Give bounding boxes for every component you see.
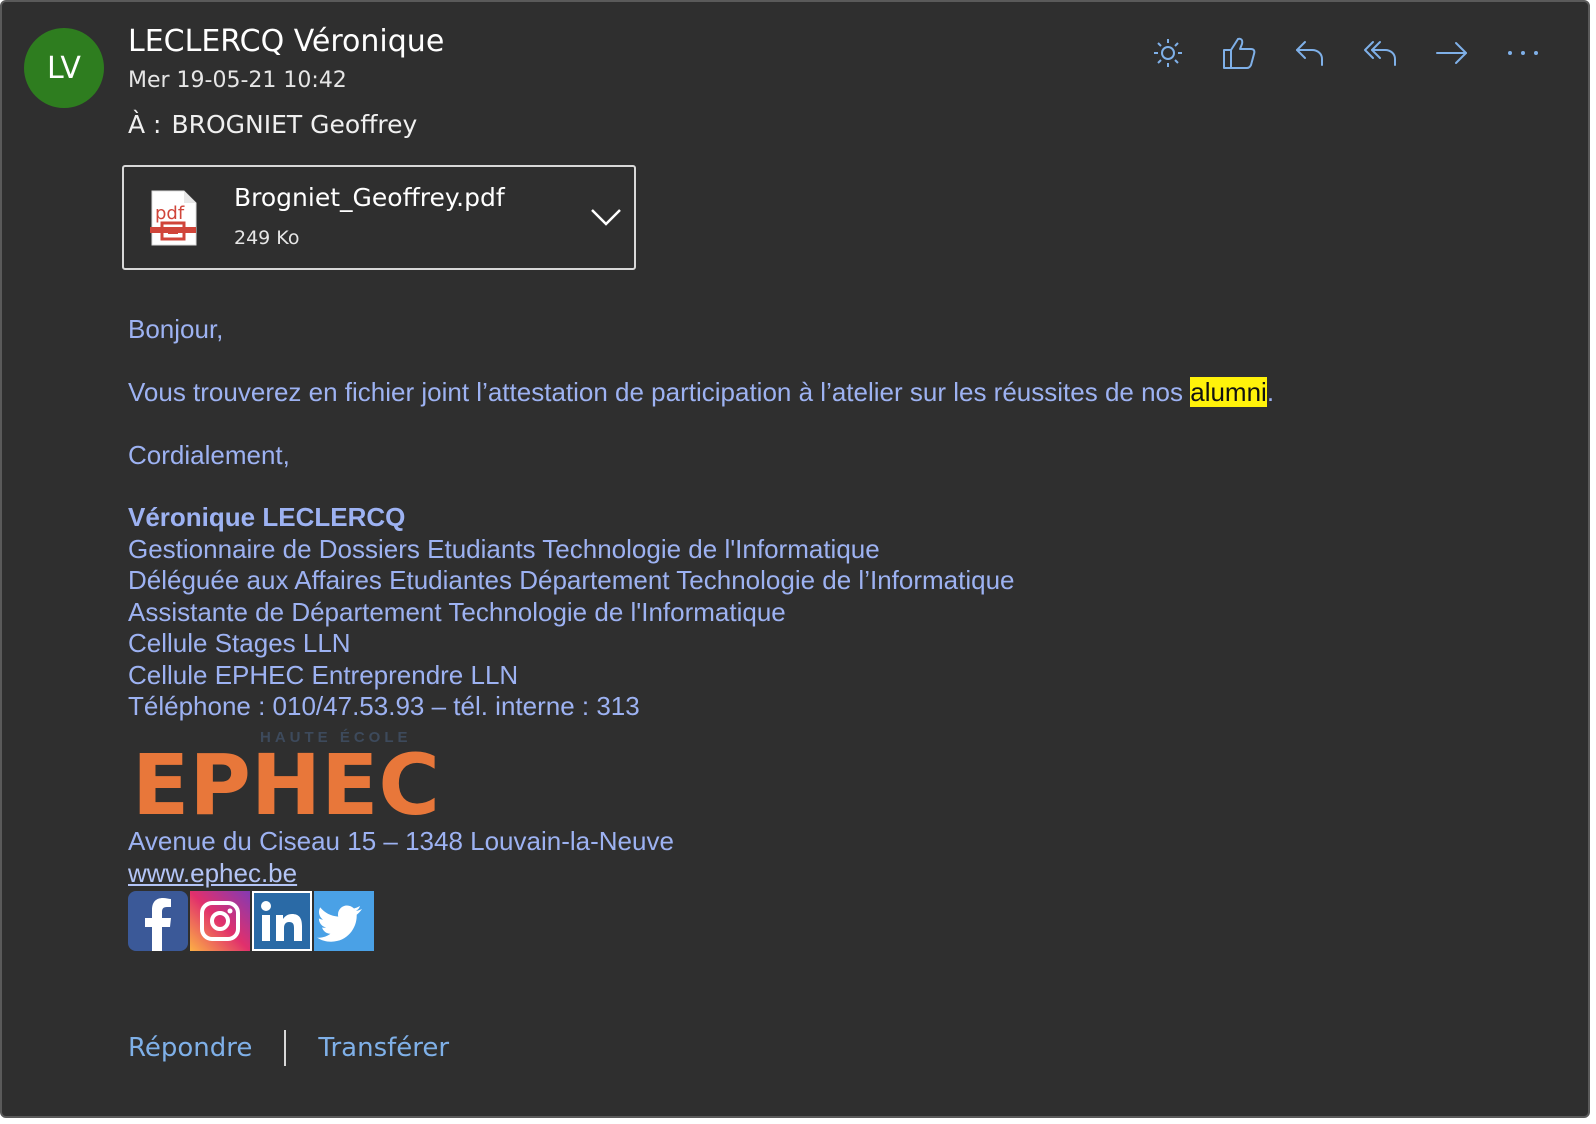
attachment-name: Brogniet_Geoffrey.pdf [234,183,505,212]
facebook-icon[interactable] [128,891,188,951]
reply-all-button[interactable] [1345,30,1416,76]
greeting: Bonjour, [128,314,224,344]
avatar-initials: LV [47,50,81,86]
message-text: Vous trouverez en fichier joint l’attest… [128,377,1191,407]
instagram-icon[interactable] [190,891,250,951]
signature-line: Assistante de Département Technologie de… [128,596,786,627]
attachment-size: 249 Ko [234,227,300,249]
recipient-line: À : BROGNIET Geoffrey [128,110,417,139]
linkedin-icon[interactable] [252,891,312,951]
signature-line: Gestionnaire de Dossiers Etudiants Techn… [128,533,880,564]
footer-actions: Répondre Transférer [128,1030,449,1066]
message-line: Vous trouverez en fichier joint l’attest… [128,377,1274,408]
logo-text: EPHEC [132,736,440,822]
closing: Cordialement, [128,440,290,470]
email-reading-pane: LV LECLERCQ Véronique Mer 19-05-21 10:42… [0,0,1590,1118]
address-block: Avenue du Ciseau 15 – 1348 Louvain-la-Ne… [128,826,674,889]
chevron-down-icon[interactable] [590,207,622,227]
more-icon [1507,51,1538,55]
ephec-logo: HAUTE ÉCOLE EPHEC [132,729,440,822]
signature-line: Cellule EPHEC Entreprendre LLN [128,659,519,690]
sender-name[interactable]: LECLERCQ Véronique [128,24,444,59]
highlighted-word: alumni [1190,377,1267,407]
reply-icon [1295,41,1323,66]
forward-icon [1435,42,1467,64]
thumbs-up-icon [1222,37,1255,69]
message-text-end: . [1266,377,1275,407]
signature-line: Cellule Stages LLN [128,628,351,658]
footer-divider [284,1030,287,1066]
reply-button[interactable] [1274,30,1345,76]
twitter-icon[interactable] [314,891,374,951]
brightness-button[interactable] [1132,30,1203,76]
pdf-file-icon: pdf [150,190,197,246]
website-link[interactable]: www.ephec.be [128,858,674,890]
more-options-button[interactable] [1487,30,1558,76]
address: Avenue du Ciseau 15 – 1348 Louvain-la-Ne… [128,826,674,856]
attachment-card[interactable]: pdf Brogniet_Geoffrey.pdf 249 Ko [122,165,636,270]
like-button[interactable] [1203,30,1274,76]
brightness-icon [1153,39,1182,67]
reply-link[interactable]: Répondre [128,1033,252,1063]
forward-button[interactable] [1416,30,1487,76]
signature-block: Véronique LECLERCQ Gestionnaire de Dossi… [128,502,1015,723]
signature-line: Déléguée aux Affaires Etudiantes Départe… [128,565,1015,595]
avatar[interactable]: LV [24,28,104,108]
recipient-name[interactable]: BROGNIET Geoffrey [171,110,417,139]
signature-name: Véronique LECLERCQ [128,502,406,532]
to-label: À : [128,110,162,139]
reply-all-icon [1363,41,1396,66]
signature-phone: Téléphone : 010/47.53.93 – tél. interne … [128,691,640,721]
forward-link[interactable]: Transférer [318,1033,449,1063]
sent-date: Mer 19-05-21 10:42 [128,68,347,93]
social-links [128,891,374,951]
message-toolbar [1132,30,1558,76]
pdf-icon-label: pdf [155,203,185,224]
